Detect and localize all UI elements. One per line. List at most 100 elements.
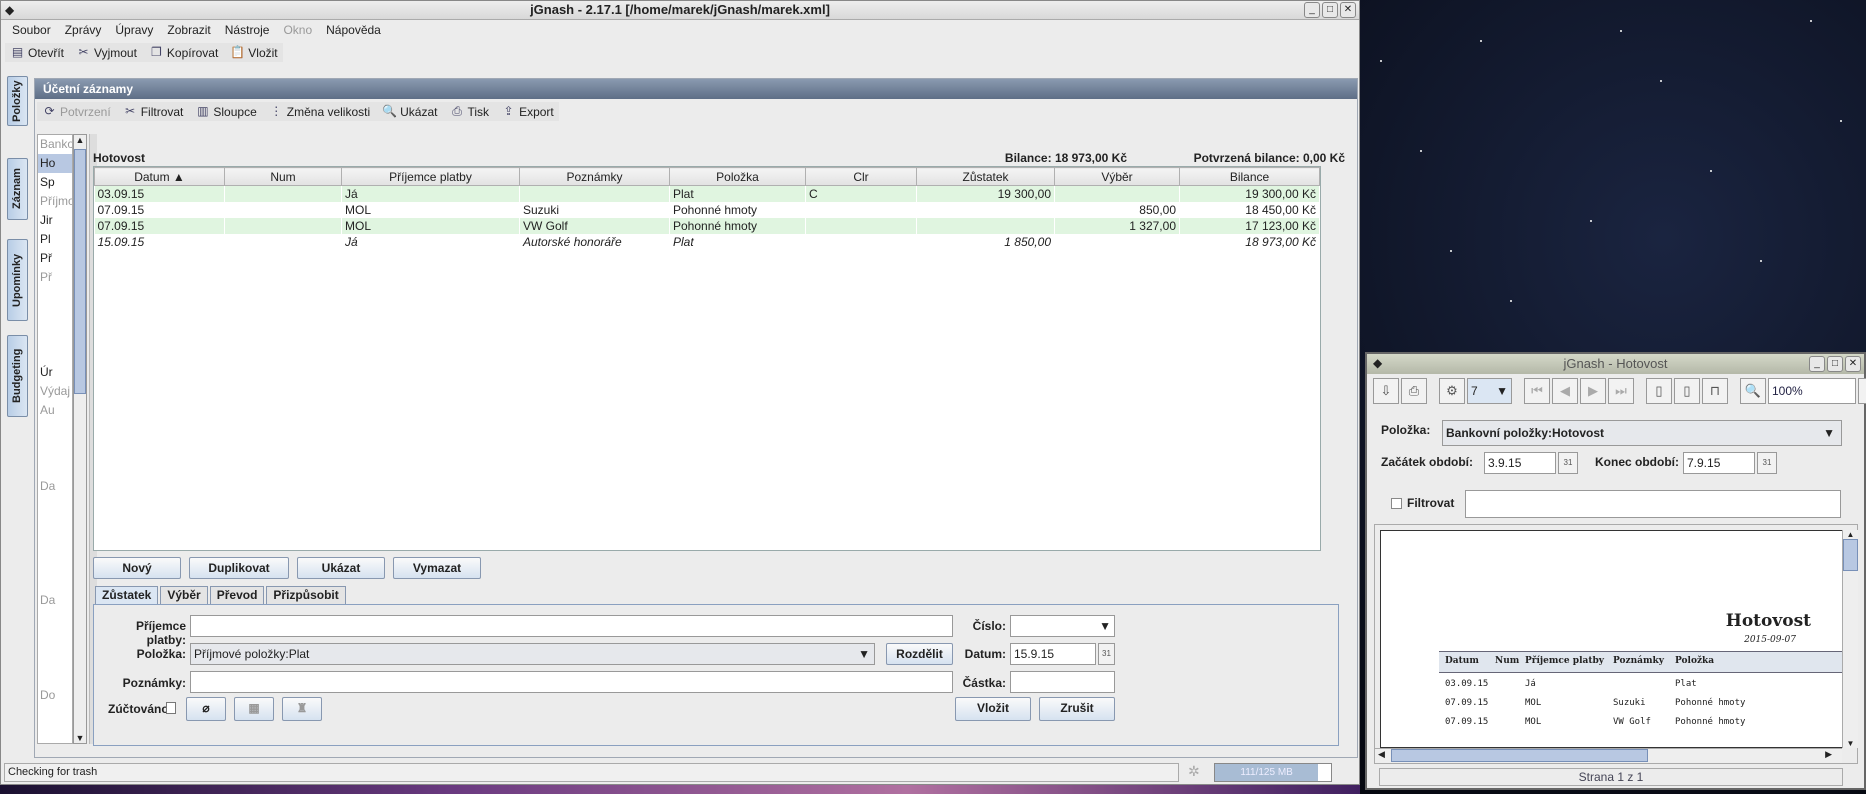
- chevron-down-icon[interactable]: ▼: [1099, 616, 1111, 636]
- column-header-poznamky[interactable]: Poznámky: [519, 167, 670, 186]
- toolbar-otevrit-button[interactable]: ▤ Otevřít: [5, 43, 69, 62]
- tree-item[interactable]: Příjmo: [38, 192, 72, 211]
- tree-item[interactable]: [38, 496, 72, 515]
- tree-item[interactable]: Př: [38, 249, 72, 268]
- page-select[interactable]: 7 ▼: [1467, 378, 1512, 404]
- enter-button[interactable]: Vložit: [955, 697, 1031, 721]
- tab-vyber[interactable]: Výběr: [160, 586, 208, 604]
- tree-item[interactable]: Da: [38, 591, 72, 610]
- tree-item[interactable]: [38, 439, 72, 458]
- tree-item[interactable]: [38, 287, 72, 306]
- fit-width-icon[interactable]: ⊓: [1702, 378, 1728, 404]
- menu-soubor[interactable]: Soubor: [5, 20, 58, 40]
- fit-page-icon[interactable]: ▯: [1646, 378, 1672, 404]
- side-tab-zaznam[interactable]: Záznam: [7, 158, 28, 220]
- zoom-icon[interactable]: 🔍: [1740, 378, 1766, 404]
- tree-item[interactable]: [38, 420, 72, 439]
- end-date-input[interactable]: 7.9.15: [1683, 452, 1755, 474]
- attachment-remove-icon[interactable]: ♜: [282, 697, 322, 721]
- tree-item[interactable]: [38, 306, 72, 325]
- cancel-button[interactable]: Zrušit: [1039, 697, 1115, 721]
- menu-napoveda[interactable]: Nápověda: [319, 20, 388, 40]
- tab-prizpusobit[interactable]: Přizpůsobit: [266, 586, 346, 604]
- next-page-icon[interactable]: ▶: [1580, 378, 1606, 404]
- reconciled-checkbox[interactable]: [166, 702, 176, 714]
- tree-item[interactable]: Do: [38, 686, 72, 705]
- column-header-bilance[interactable]: Bilance: [1179, 167, 1320, 186]
- tree-scrollbar[interactable]: ▲ ▼: [73, 134, 87, 744]
- previous-page-icon[interactable]: ◀: [1552, 378, 1578, 404]
- tree-item[interactable]: [38, 325, 72, 344]
- column-header-polozka[interactable]: Položka: [669, 167, 806, 186]
- account-tree[interactable]: Banko Ho Sp Příjmo Jir Pl Př Př Úr Výdaj Au Da Da Do: [37, 134, 73, 744]
- save-icon[interactable]: ⇩: [1373, 378, 1399, 404]
- split-button[interactable]: Rozdělit: [886, 643, 953, 665]
- attachment-icon[interactable]: ⌀: [186, 697, 226, 721]
- menu-okno[interactable]: Okno: [276, 20, 319, 40]
- tree-item[interactable]: Př: [38, 268, 72, 287]
- payee-input[interactable]: [190, 615, 953, 637]
- minimize-button[interactable]: _: [1304, 2, 1320, 18]
- tree-item[interactable]: [38, 515, 72, 534]
- ukazat-button[interactable]: Ukázat: [297, 557, 385, 579]
- tree-item[interactable]: [38, 667, 72, 686]
- column-header-vyber[interactable]: Výběr: [1054, 167, 1180, 186]
- maximize-button[interactable]: □: [1322, 2, 1338, 18]
- duplikovat-button[interactable]: Duplikovat: [189, 557, 289, 579]
- tree-item[interactable]: Da: [38, 477, 72, 496]
- side-tab-polozky[interactable]: Položky: [7, 76, 28, 126]
- memory-bar[interactable]: 111/125 MB: [1214, 763, 1332, 782]
- side-tab-budgeting[interactable]: Budgeting: [7, 335, 28, 417]
- tree-item[interactable]: Úr: [38, 363, 72, 382]
- tree-item[interactable]: Výdaj: [38, 382, 72, 401]
- tree-item[interactable]: [38, 344, 72, 363]
- calendar-icon[interactable]: 31: [1098, 643, 1115, 665]
- tree-item[interactable]: Ho: [38, 154, 72, 173]
- table-row[interactable]: 07.09.15 MOL VW Golf Pohonné hmoty 1 327,00 1…: [94, 217, 1320, 234]
- tree-item[interactable]: [38, 534, 72, 553]
- account-select[interactable]: Příjmové položky:Plat ▼: [190, 643, 875, 665]
- date-input[interactable]: 15.9.15: [1010, 643, 1096, 665]
- account-select[interactable]: Bankovní položky:Hotovost ▼: [1442, 420, 1842, 446]
- calendar-icon[interactable]: 31: [1558, 452, 1578, 474]
- column-header-zustatek[interactable]: Zůstatek: [916, 167, 1055, 186]
- start-date-input[interactable]: 3.9.15: [1484, 452, 1556, 474]
- chevron-down-icon[interactable]: ▼: [1858, 378, 1866, 404]
- print-icon[interactable]: ⎙: [1401, 378, 1427, 404]
- tree-item[interactable]: Jir: [38, 211, 72, 230]
- close-button[interactable]: ✕: [1340, 2, 1356, 18]
- tree-item[interactable]: [38, 458, 72, 477]
- calendar-icon[interactable]: 31: [1757, 452, 1777, 474]
- table-row[interactable]: 03.09.15 Já Plat C 19 300,00 19 300,00 Kč: [94, 185, 1320, 202]
- tree-item[interactable]: [38, 705, 72, 724]
- fit-height-icon[interactable]: ▯: [1674, 378, 1700, 404]
- register-filtrovat-button[interactable]: ✂ Filtrovat: [118, 102, 189, 121]
- side-tab-upominky[interactable]: Upomínky: [7, 239, 28, 321]
- novy-button[interactable]: Nový: [93, 557, 181, 579]
- table-row[interactable]: 07.09.15 MOL Suzuki Pohonné hmoty 850,00 18 4…: [94, 201, 1320, 218]
- register-export-button[interactable]: ⇪ Export: [496, 102, 559, 121]
- number-combo[interactable]: ▼: [1010, 615, 1115, 637]
- register-ukazat-button[interactable]: 🔍 Ukázat: [377, 102, 442, 121]
- memo-input[interactable]: [190, 671, 953, 693]
- tree-item[interactable]: [38, 648, 72, 667]
- column-header-clr[interactable]: Clr: [805, 167, 917, 186]
- toolbar-vyjmout-button[interactable]: ✂ Vyjmout: [71, 43, 142, 62]
- register-sloupce-button[interactable]: ▥ Sloupce: [190, 102, 261, 121]
- table-row[interactable]: 15.09.15 Já Autorské honoráře Plat 1 850,00 1…: [94, 233, 1320, 250]
- minimize-button[interactable]: _: [1809, 356, 1825, 372]
- toolbar-vlozit-button[interactable]: 📋 Vložit: [225, 43, 282, 62]
- tab-zustatek[interactable]: Zůstatek: [95, 586, 159, 604]
- tree-item[interactable]: Banko: [38, 135, 72, 154]
- amount-input[interactable]: [1010, 671, 1115, 693]
- maximize-button[interactable]: □: [1827, 356, 1843, 372]
- toolbar-kopirovat-button[interactable]: ❐ Kopírovat: [144, 43, 223, 62]
- tree-item[interactable]: Pl: [38, 230, 72, 249]
- vymazat-button[interactable]: Vymazat: [393, 557, 481, 579]
- close-button[interactable]: ✕: [1845, 356, 1861, 372]
- register-potvrzeni-button[interactable]: ⟳ Potvrzení: [37, 102, 116, 121]
- zoom-input[interactable]: 100%: [1768, 378, 1856, 404]
- register-tisk-button[interactable]: ⎙ Tisk: [445, 102, 495, 121]
- report-hscrollbar[interactable]: ◀ ▶: [1375, 748, 1842, 763]
- register-zmena-velikosti-button[interactable]: ⋮ Změna velikosti: [264, 102, 375, 121]
